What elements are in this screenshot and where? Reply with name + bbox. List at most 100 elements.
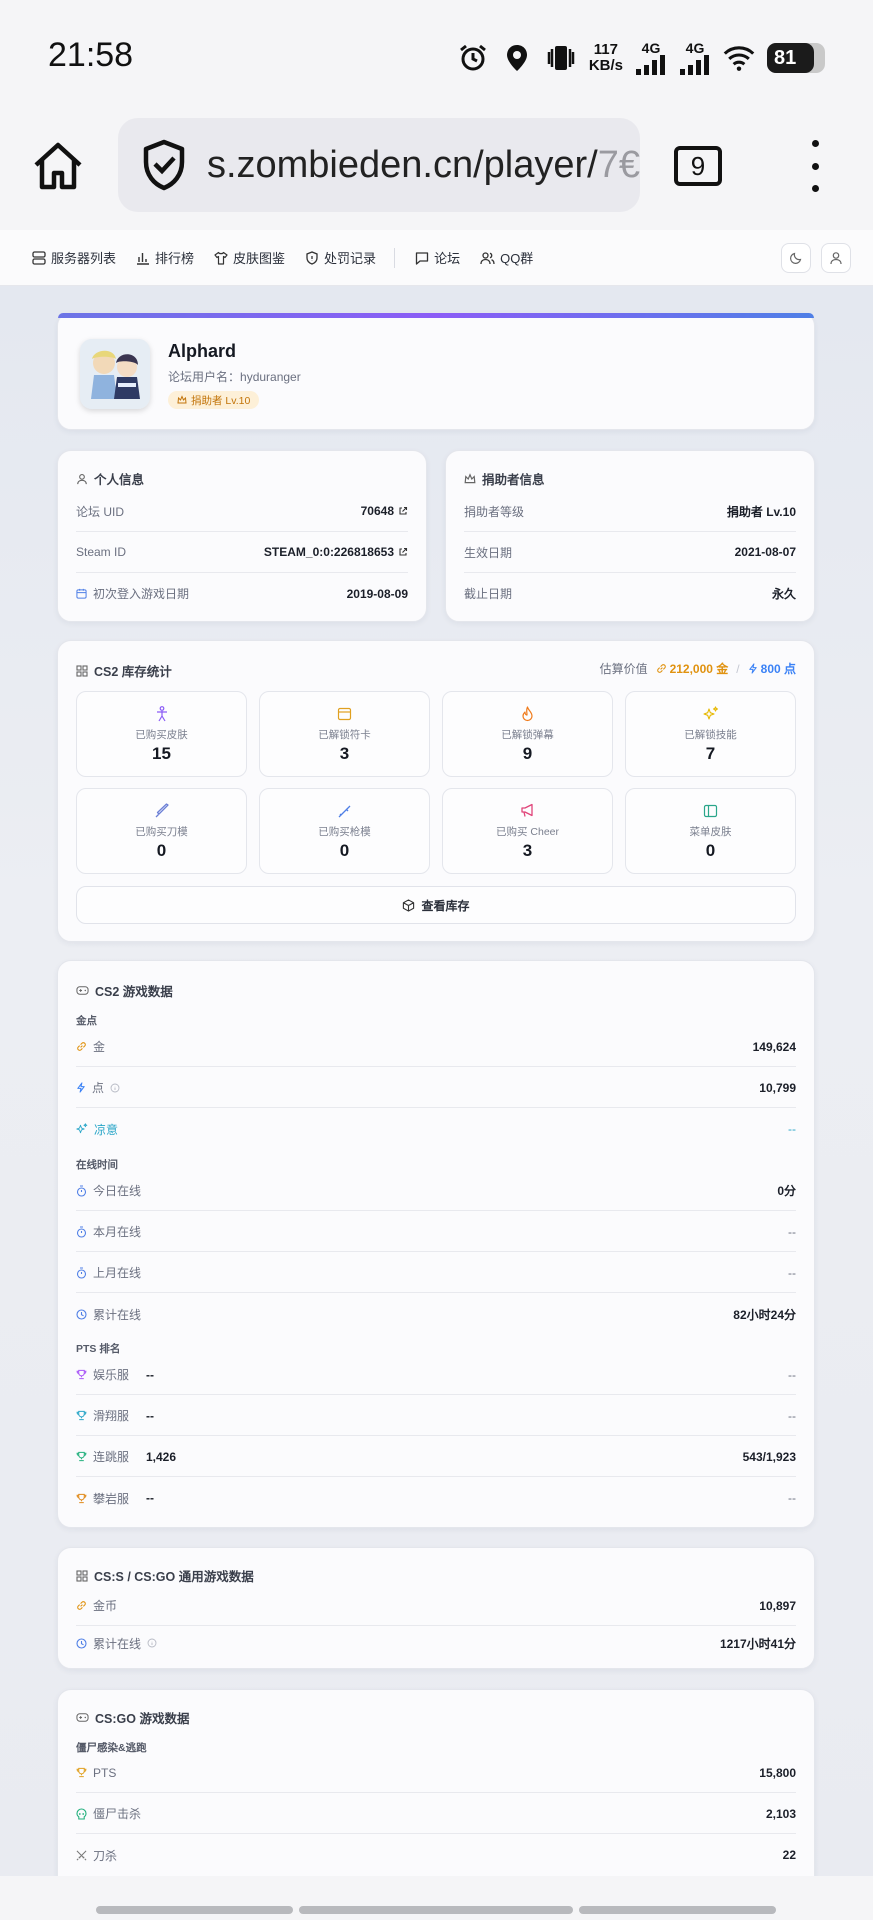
profile-card: Alphard 论坛用户名：hyduranger 捐助者 Lv.10 <box>57 312 815 430</box>
bolt-icon <box>77 1082 85 1093</box>
steam-id-link[interactable]: STEAM_0:0:226818653 <box>264 545 408 559</box>
url-text: s.zombieden.cn/player/7€ <box>206 143 640 186</box>
donor-info-card: 捐助者信息 捐助者等级 捐助者 Lv.10 生效日期 2021-08-07 截止… <box>445 450 815 622</box>
stat-barrages[interactable]: 已解锁弹幕 9 <box>442 691 613 777</box>
site-nav: 服务器列表 排行榜 皮肤图鉴 处罚记录 论坛 QQ群 <box>0 230 873 286</box>
gamepad-icon <box>76 986 89 995</box>
alarm-icon <box>457 42 489 74</box>
player-name: Alphard <box>168 341 237 361</box>
tab-strip-segment[interactable] <box>96 1906 293 1914</box>
signal-icon <box>680 55 709 75</box>
online-last-month-row: 上月在线 -- <box>76 1253 796 1293</box>
expiry-date-row: 截止日期 永久 <box>464 587 796 601</box>
csgo-pts-row: PTS 15,800 <box>76 1753 796 1793</box>
shirt-icon <box>214 251 228 265</box>
trophy-icon <box>76 1493 87 1503</box>
bottom-bar <box>0 1876 873 1920</box>
clock-icon <box>76 1637 87 1649</box>
more-menu-button[interactable] <box>800 140 830 192</box>
stat-gun-models[interactable]: 已购买枪模 0 <box>259 788 430 874</box>
inventory-title: CS2 库存统计 <box>76 661 172 680</box>
timer-icon <box>76 1266 87 1279</box>
online-today-row: 今日在线 0分 <box>76 1171 796 1211</box>
info-icon[interactable] <box>110 1083 120 1093</box>
location-icon <box>501 42 533 74</box>
box-icon <box>403 898 415 912</box>
network-type-2: 4G <box>685 40 705 56</box>
stat-skins[interactable]: 已购买皮肤 15 <box>76 691 247 777</box>
address-bar[interactable]: s.zombieden.cn/player/7€ <box>118 118 640 212</box>
zombie-kills-row: 僵尸击杀 2,103 <box>76 1794 796 1834</box>
coin-link-icon <box>656 664 666 673</box>
chat-icon <box>415 251 429 265</box>
cs2-title: CS2 游戏数据 <box>76 981 173 1000</box>
server-icon <box>32 250 46 265</box>
view-inventory-button[interactable]: 查看库存 <box>76 886 796 924</box>
nav-punishments[interactable]: 处罚记录 <box>305 248 376 267</box>
stat-knife-models[interactable]: 已购买刀模 0 <box>76 788 247 874</box>
page-content: Alphard 论坛用户名：hyduranger 捐助者 Lv.10 个人信息 … <box>0 286 873 1876</box>
personal-info-card: 个人信息 论坛 UID 70648 Steam ID STEAM_0:0:226… <box>57 450 427 622</box>
net-speed-unit: KB/s <box>588 57 623 74</box>
first-login-row: 初次登入游戏日期 2019-08-09 <box>76 573 408 614</box>
avatar <box>80 339 150 409</box>
estimated-value: 估算价值 212,000 金 / 800 点 <box>599 661 796 677</box>
battery-indicator: 81 <box>767 43 825 73</box>
home-button[interactable] <box>30 138 86 194</box>
uid-row: 论坛 UID 70648 <box>76 491 408 532</box>
person-icon <box>156 705 167 721</box>
users-icon <box>480 251 495 264</box>
trophy-icon <box>76 1410 87 1421</box>
user-button[interactable] <box>821 242 851 273</box>
home-icon <box>34 142 82 190</box>
trophy-icon <box>76 1369 87 1380</box>
uid-link[interactable]: 70648 <box>361 504 408 518</box>
timer-icon <box>76 1184 87 1197</box>
wifi-icon <box>723 42 755 74</box>
grid-icon <box>76 664 88 677</box>
cool-row: 凉意 -- <box>76 1109 796 1149</box>
grid-icon <box>76 1569 88 1582</box>
browser-toolbar: s.zombieden.cn/player/7€ 9 <box>0 118 873 230</box>
net-speed-value: 117 <box>593 41 618 58</box>
coin-link-icon <box>77 1601 86 1610</box>
nav-forum[interactable]: 论坛 <box>415 248 460 267</box>
gold-row: 金 149,624 <box>76 1027 796 1067</box>
info-icon[interactable] <box>147 1638 157 1648</box>
stat-cheers[interactable]: 已购买 Cheer 3 <box>442 788 613 874</box>
css-coins-row: 金币 10,897 <box>76 1586 796 1626</box>
online-total-row: 累计在线 82小时24分 <box>76 1294 796 1334</box>
profile-accent-bar <box>58 313 814 318</box>
nav-leaderboard[interactable]: 排行榜 <box>136 248 194 267</box>
nav-skins[interactable]: 皮肤图鉴 <box>214 248 285 267</box>
css-title: CS:S / CS:GO 通用游戏数据 <box>76 1566 254 1585</box>
stat-cards[interactable]: 已解锁符卡 3 <box>259 691 430 777</box>
knife-kills-row: 刀杀 22 <box>76 1835 796 1875</box>
pts-bhop-row: 连跳服 1,426 543/1,923 <box>76 1437 796 1477</box>
gun-icon <box>338 805 350 817</box>
theme-toggle-button[interactable] <box>781 242 811 273</box>
tabs-button[interactable]: 9 <box>674 146 722 186</box>
effective-date-row: 生效日期 2021-08-07 <box>464 532 796 573</box>
crown-icon <box>177 395 187 404</box>
tab-strip-segment[interactable] <box>579 1906 776 1914</box>
signal-icon <box>636 55 665 75</box>
user-icon <box>77 473 87 484</box>
online-heading: 在线时间 <box>76 1159 118 1171</box>
moon-icon <box>790 252 802 264</box>
user-icon <box>830 251 842 264</box>
gamepad-icon <box>76 1713 89 1722</box>
pts-glide-row: 滑翔服 -- -- <box>76 1396 796 1436</box>
stat-skills[interactable]: 已解锁技能 7 <box>625 691 796 777</box>
nav-qq-group[interactable]: QQ群 <box>480 248 533 267</box>
crown-icon <box>464 472 476 483</box>
skull-icon <box>76 1807 87 1820</box>
stat-menu-skins[interactable]: 菜单皮肤 0 <box>625 788 796 874</box>
panel-icon <box>703 804 718 817</box>
css-online-row: 累计在线 1217小时41分 <box>76 1623 796 1663</box>
card-icon <box>337 707 352 720</box>
points-row: 点 10,799 <box>76 1068 796 1108</box>
tab-strip-segment[interactable] <box>299 1906 573 1914</box>
nav-server-list[interactable]: 服务器列表 <box>32 248 116 267</box>
sparkle-icon <box>702 705 718 720</box>
